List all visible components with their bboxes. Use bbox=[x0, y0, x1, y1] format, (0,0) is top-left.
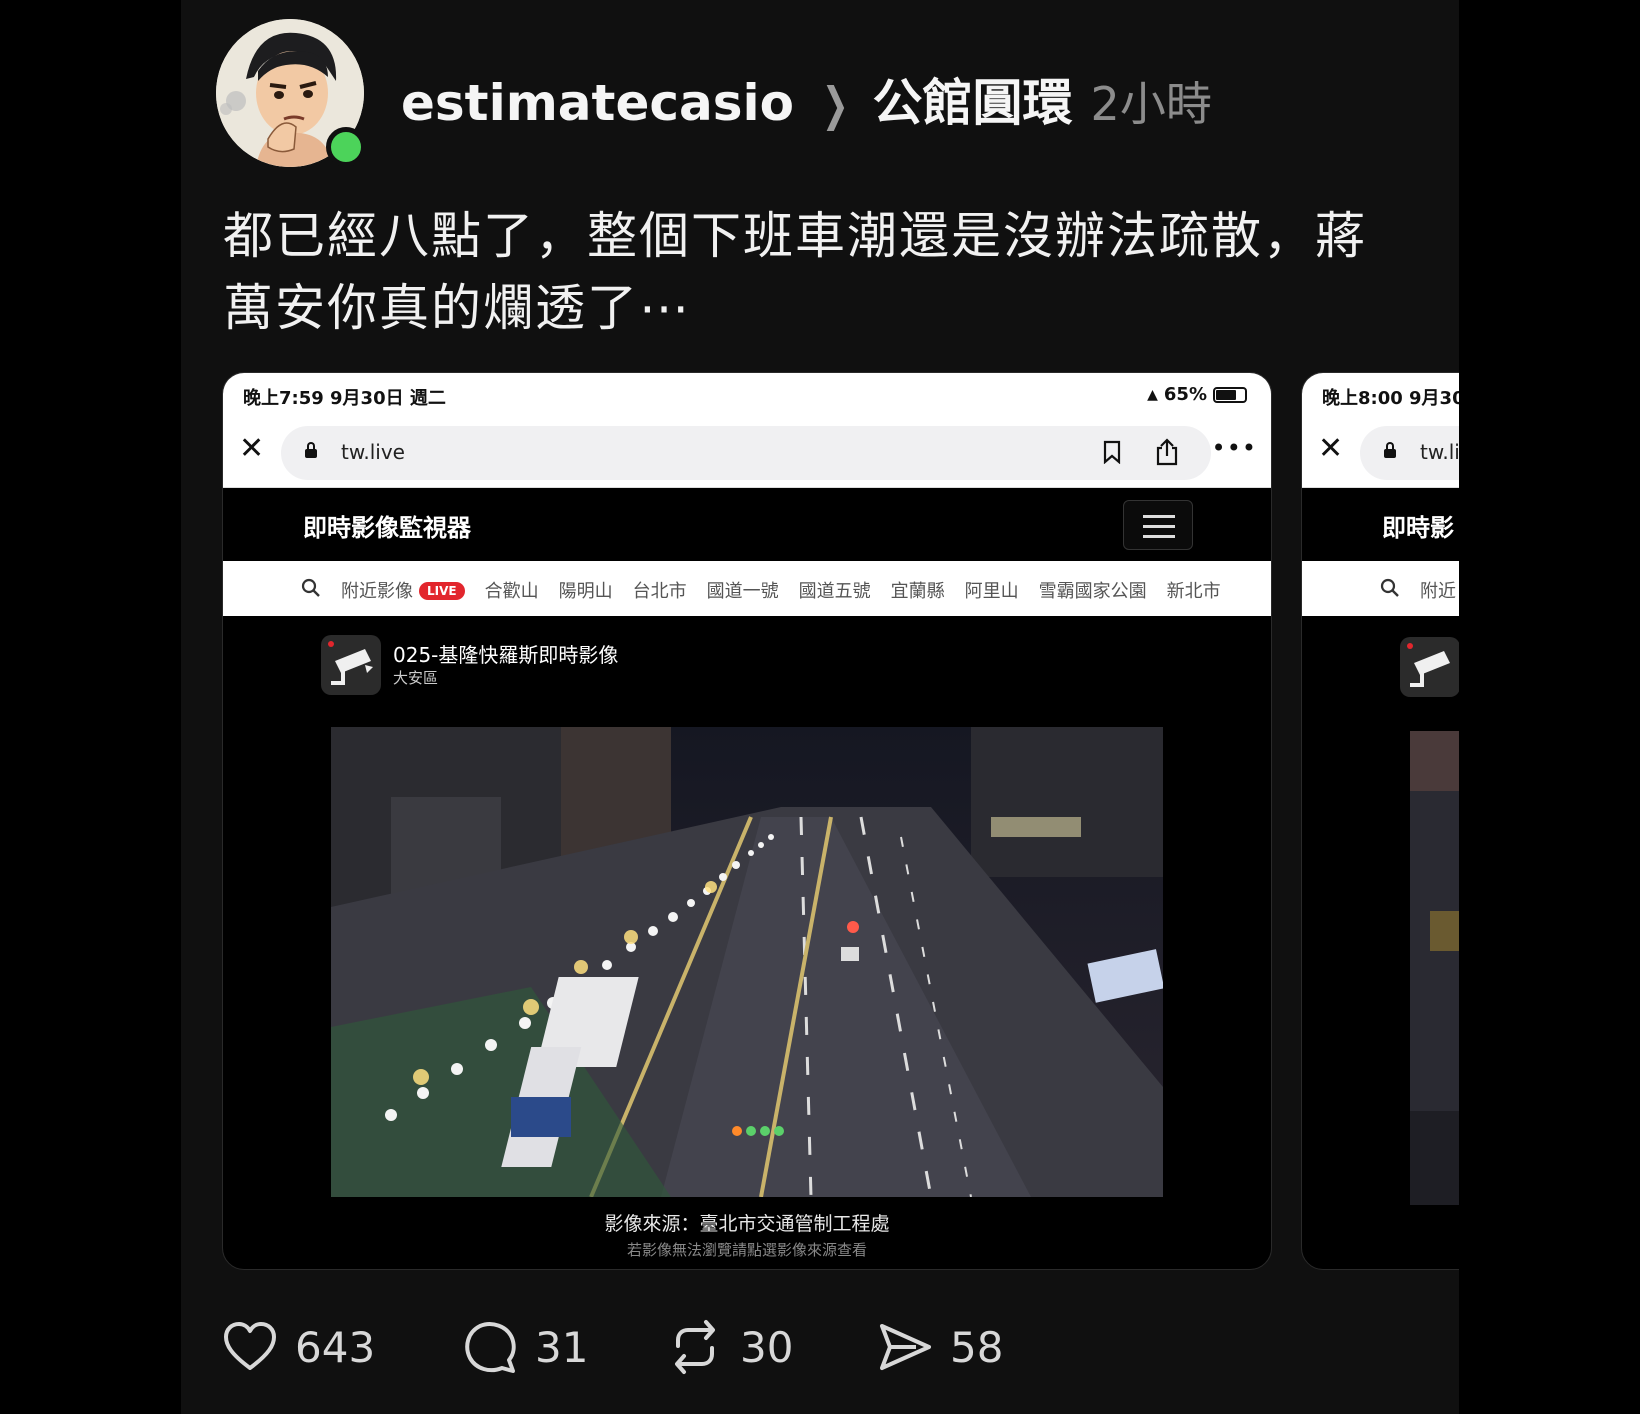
camera-icon bbox=[321, 635, 381, 695]
nav-item: 附近影像 LIVE bbox=[341, 577, 465, 603]
battery-percent: 65% bbox=[1163, 384, 1207, 405]
search-icon bbox=[1380, 578, 1399, 597]
post-actions: 643 31 30 58 bbox=[221, 1318, 1221, 1378]
nav-item: 合歡山 bbox=[484, 581, 539, 602]
send-button[interactable]: 58 bbox=[876, 1318, 1003, 1376]
reply-button[interactable]: 31 bbox=[461, 1318, 588, 1376]
media-image-1[interactable]: 晚上7:59 9月30日 週二 ▲ 65% ✕ tw.live ••• 即時影像… bbox=[222, 372, 1272, 1270]
threads-post: estimatecasio ❯ 公館圓環 2小時 都已經八點了，整個下班車潮還是… bbox=[181, 0, 1459, 1414]
share-icon bbox=[1156, 438, 1178, 466]
post-header: estimatecasio ❯ 公館圓環 2小時 bbox=[216, 19, 1416, 169]
camera-icon bbox=[1400, 637, 1459, 697]
site-nav: 附近影像 LIVE 合歡山 陽明山 台北市 國道一號 國道五號 宜蘭縣 阿里山 雪… bbox=[223, 561, 1271, 616]
post-time: 2小時 bbox=[1090, 77, 1212, 131]
browser-toolbar: ✕ tw.live ••• bbox=[223, 416, 1271, 488]
traffic-camera-feed bbox=[1410, 731, 1459, 1205]
url-text: tw.live bbox=[341, 440, 405, 464]
more-icon: ••• bbox=[1211, 434, 1257, 462]
close-icon: ✕ bbox=[239, 431, 265, 466]
status-right: ▲ 65% bbox=[1147, 384, 1247, 405]
battery-icon bbox=[1213, 386, 1247, 403]
lock-icon bbox=[1384, 442, 1396, 458]
image-source-note: 若影像無法瀏覽請點選影像來源查看 bbox=[626, 1241, 867, 1259]
address-bar: tw.live bbox=[281, 426, 1211, 480]
browser-toolbar: ✕ tw.li bbox=[1302, 416, 1459, 488]
nav-item: 雪霸國家公園 bbox=[1038, 581, 1147, 602]
nav-item: 阿里山 bbox=[964, 581, 1019, 602]
nav-item: 附近 bbox=[1420, 581, 1456, 602]
post-meta: estimatecasio ❯ 公館圓環 2小時 bbox=[401, 63, 1212, 135]
nav-item: 陽明山 bbox=[558, 581, 613, 602]
bookmark-icon bbox=[1103, 440, 1121, 464]
nav-items: 附近 bbox=[1420, 577, 1456, 603]
repost-button[interactable]: 30 bbox=[666, 1318, 793, 1376]
close-icon: ✕ bbox=[1318, 431, 1344, 466]
like-count: 643 bbox=[295, 1322, 376, 1372]
online-status-dot bbox=[326, 127, 366, 167]
status-time: 晚上8:00 9月30 bbox=[1322, 388, 1459, 409]
reply-count: 31 bbox=[535, 1322, 589, 1372]
repost-icon bbox=[675, 1320, 715, 1374]
share-count: 58 bbox=[950, 1322, 1004, 1372]
ios-status-bar: 晚上7:59 9月30日 週二 ▲ 65% bbox=[223, 373, 1271, 416]
nav-item: 新北市 bbox=[1166, 581, 1221, 602]
site-header: 即時影 bbox=[1302, 488, 1459, 561]
media-image-2[interactable]: 晚上8:00 9月30 ✕ tw.li 即時影 附近 bbox=[1301, 372, 1459, 1270]
nav-item: 台北市 bbox=[632, 581, 687, 602]
comment-icon bbox=[465, 1322, 516, 1373]
traffic-camera-feed bbox=[331, 727, 1163, 1197]
topic-tag[interactable]: 公館圓環 bbox=[873, 63, 1073, 135]
site-header: 即時影像監視器 bbox=[223, 488, 1271, 561]
nav-item: 宜蘭縣 bbox=[890, 581, 945, 602]
camera-title: 025-基隆快羅斯即時影像 bbox=[393, 643, 619, 667]
like-button[interactable]: 643 bbox=[221, 1318, 375, 1376]
menu-icon bbox=[1123, 500, 1193, 550]
site-title: 即時影 bbox=[1382, 514, 1454, 542]
status-time: 晚上7:59 9月30日 週二 bbox=[243, 388, 446, 409]
ios-status-bar: 晚上8:00 9月30 bbox=[1302, 373, 1459, 416]
post-text: 都已經八點了，整個下班車潮還是沒辦法疏散，蔣萬安你真的爛透了⋯ bbox=[223, 207, 1367, 337]
nav-items: 附近影像 LIVE 合歡山 陽明山 台北市 國道一號 國道五號 宜蘭縣 阿里山 雪… bbox=[341, 577, 1221, 603]
live-badge: LIVE bbox=[419, 582, 465, 600]
nav-item: 國道一號 bbox=[706, 581, 779, 602]
image-source: 影像來源：臺北市交通管制工程處 bbox=[604, 1213, 890, 1235]
site-nav: 附近 bbox=[1302, 561, 1459, 616]
heart-icon bbox=[224, 1322, 276, 1370]
nav-item: 國道五號 bbox=[798, 581, 871, 602]
address-bar: tw.li bbox=[1360, 426, 1459, 480]
wifi-icon: ▲ bbox=[1147, 386, 1158, 403]
site-title: 即時影像監視器 bbox=[303, 514, 471, 542]
url-text: tw.li bbox=[1420, 440, 1459, 464]
search-icon bbox=[301, 578, 320, 597]
send-icon bbox=[880, 1324, 931, 1370]
username[interactable]: estimatecasio bbox=[401, 74, 794, 132]
repost-count: 30 bbox=[740, 1322, 794, 1372]
camera-district: 大安區 bbox=[393, 669, 439, 687]
lock-icon bbox=[305, 442, 317, 458]
chevron-right-icon: ❯ bbox=[821, 77, 849, 131]
